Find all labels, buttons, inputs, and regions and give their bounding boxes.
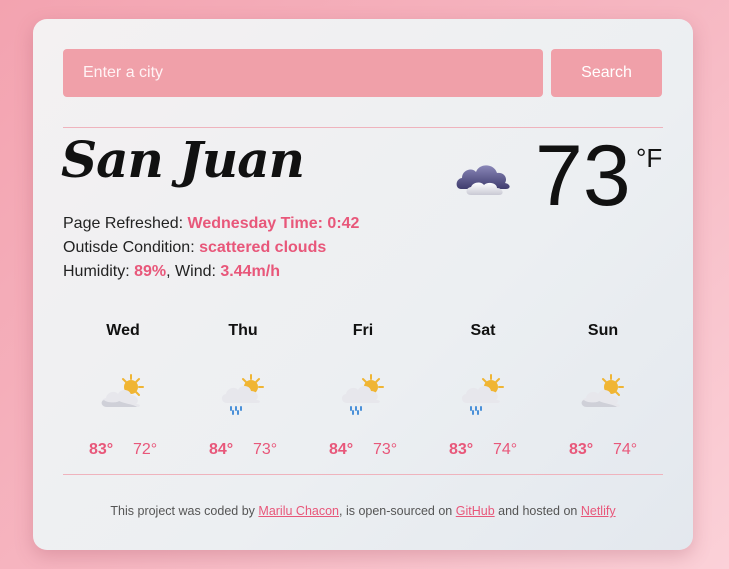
wind-label: , Wind:	[166, 263, 221, 280]
forecast-high: 83°	[449, 441, 474, 458]
forecast-low: 74°	[613, 441, 638, 458]
partly-cloudy-rain-icon	[221, 374, 264, 415]
refreshed-line: Page Refreshed: Wednesday Time: 0:42	[63, 214, 359, 234]
forecast-day: Wed 83° 72°	[63, 319, 183, 469]
footer: This project was coded by Marilu Chacon,…	[33, 504, 693, 518]
forecast-low: 72°	[133, 441, 158, 458]
author-link[interactable]: Marilu Chacon	[258, 504, 339, 518]
forecast-high: 83°	[569, 441, 594, 458]
condition-value: scattered clouds	[199, 239, 327, 256]
forecast-high: 84°	[209, 441, 234, 458]
footer-text: , is open-sourced on	[339, 504, 456, 518]
partly-cloudy-rain-icon	[341, 374, 384, 415]
forecast-day-name: Sat	[470, 322, 496, 339]
city-name: San Juan	[61, 130, 305, 189]
refreshed-value: Wednesday Time: 0:42	[187, 215, 360, 232]
forecast-day: Fri 84° 73°	[303, 319, 423, 469]
bottom-divider	[63, 474, 663, 475]
condition-label: Outisde Condition:	[63, 239, 200, 256]
forecast-row: Wed 83° 72° Thu 84° 73° Fri 84° 73° Sat …	[63, 319, 663, 469]
forecast-high: 84°	[329, 441, 354, 458]
forecast-day: Thu 84° 73°	[183, 319, 303, 469]
forecast-day-name: Thu	[228, 322, 258, 339]
forecast-day-name: Wed	[106, 322, 140, 339]
refreshed-label: Page Refreshed:	[63, 215, 188, 232]
wind-value: 3.44m/h	[220, 263, 280, 280]
partly-cloudy-icon	[581, 374, 624, 407]
github-link[interactable]: GitHub	[456, 504, 495, 518]
partly-cloudy-icon	[101, 374, 144, 407]
forecast-day: Sat 83° 74°	[423, 319, 543, 469]
current-temperature: 73	[535, 128, 631, 224]
footer-text: This project was coded by	[110, 504, 259, 518]
forecast-day: Sun 83° 74°	[543, 319, 663, 469]
condition-line: Outisde Condition: scattered clouds	[63, 238, 326, 258]
netlify-link[interactable]: Netlify	[581, 504, 616, 518]
footer-text: and hosted on	[494, 504, 581, 518]
humidity-label: Humidity:	[63, 263, 135, 280]
weather-card: Search San Juan Page Refreshed: Wednesda…	[33, 19, 693, 550]
cloud-icon	[456, 165, 510, 195]
city-search-input[interactable]	[63, 49, 543, 97]
forecast-day-name: Fri	[352, 322, 374, 339]
forecast-low: 74°	[493, 441, 518, 458]
forecast-high: 83°	[89, 441, 114, 458]
forecast-low: 73°	[373, 441, 398, 458]
forecast-day-name: Sun	[587, 322, 619, 339]
search-button[interactable]: Search	[551, 49, 662, 97]
forecast-low: 73°	[253, 441, 278, 458]
partly-cloudy-rain-icon	[461, 374, 504, 415]
humidity-value: 89%	[134, 263, 167, 280]
humidity-wind-line: Humidity: 89%, Wind: 3.44m/h	[63, 262, 280, 282]
temperature-unit: °F	[636, 143, 663, 173]
